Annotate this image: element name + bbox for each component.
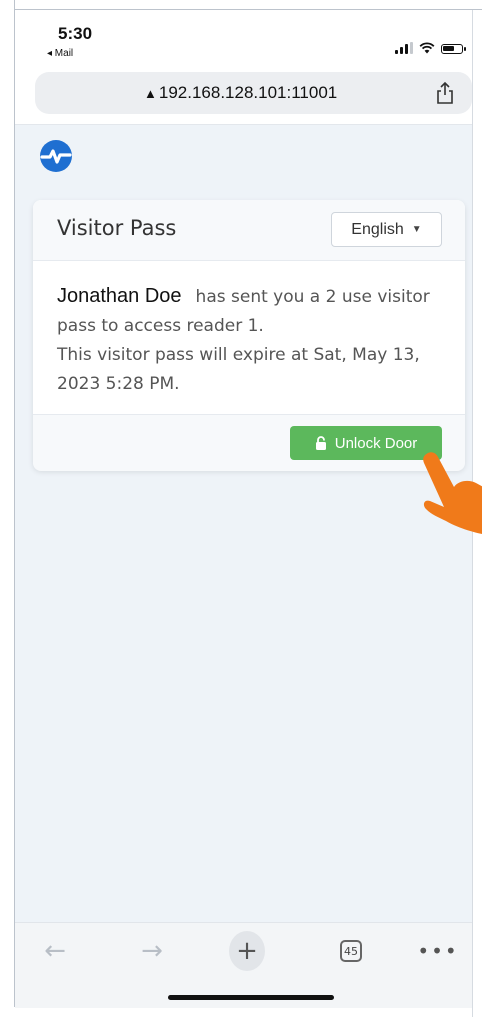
language-dropdown[interactable]: English ▼ — [331, 212, 442, 247]
tabs-icon: 45 — [340, 940, 362, 962]
back-to-mail-link[interactable]: ◂ Mail — [47, 48, 73, 59]
visitor-pass-card: Visitor Pass English ▼ Jonathan Doe has s… — [33, 200, 465, 471]
back-button[interactable]: ← — [37, 933, 73, 969]
status-time: 5:30 — [58, 24, 93, 43]
wifi-icon — [419, 42, 435, 54]
address-bar[interactable]: ▲ 192.168.128.101:11001 — [35, 72, 472, 114]
brand-logo-icon — [40, 140, 72, 172]
card-footer: Unlock Door — [33, 414, 465, 471]
browser-address-area: ▲ 192.168.128.101:11001 — [15, 66, 472, 125]
new-tab-button[interactable]: + — [229, 931, 265, 971]
tabs-count: 45 — [344, 944, 358, 958]
card-title: Visitor Pass — [57, 216, 177, 240]
status-icons — [395, 40, 466, 54]
back-arrow-icon: ← — [44, 936, 66, 966]
pointing-hand-icon — [423, 452, 482, 535]
battery-icon — [441, 44, 466, 54]
share-icon[interactable] — [435, 81, 455, 105]
more-icon: ••• — [417, 939, 459, 963]
unlock-icon — [315, 436, 326, 450]
unlock-door-label: Unlock Door — [334, 434, 418, 452]
cellular-signal-icon — [395, 42, 413, 54]
url-display[interactable]: ▲ 192.168.128.101:11001 — [144, 83, 337, 103]
more-button[interactable]: ••• — [417, 933, 459, 969]
pass-expiry: This visitor pass will expire at Sat, Ma… — [57, 345, 420, 394]
card-header: Visitor Pass English ▼ — [33, 200, 465, 261]
forward-arrow-icon: → — [141, 936, 163, 966]
home-indicator[interactable] — [168, 995, 334, 1000]
card-body: Jonathan Doe has sent you a 2 use visitor… — [57, 282, 447, 399]
sender-name: Jonathan Doe — [57, 285, 182, 307]
web-page: Visitor Pass English ▼ Jonathan Doe has s… — [15, 125, 482, 922]
phone-screen: 5:30 ◂ Mail ▲ 192.168.128.101:11001 Visi… — [0, 0, 482, 1017]
chevron-down-icon: ▼ — [411, 224, 422, 235]
url-text: 192.168.128.101:11001 — [158, 83, 338, 102]
browser-toolbar: ← → + 45 ••• — [15, 922, 472, 1008]
new-tab-plus-icon: + — [229, 931, 265, 971]
status-bar: 5:30 ◂ Mail — [15, 10, 472, 66]
warning-triangle-icon: ▲ — [144, 86, 157, 101]
forward-button[interactable]: → — [134, 933, 170, 969]
tabs-button[interactable]: 45 — [333, 933, 369, 969]
language-label: English — [351, 220, 404, 238]
